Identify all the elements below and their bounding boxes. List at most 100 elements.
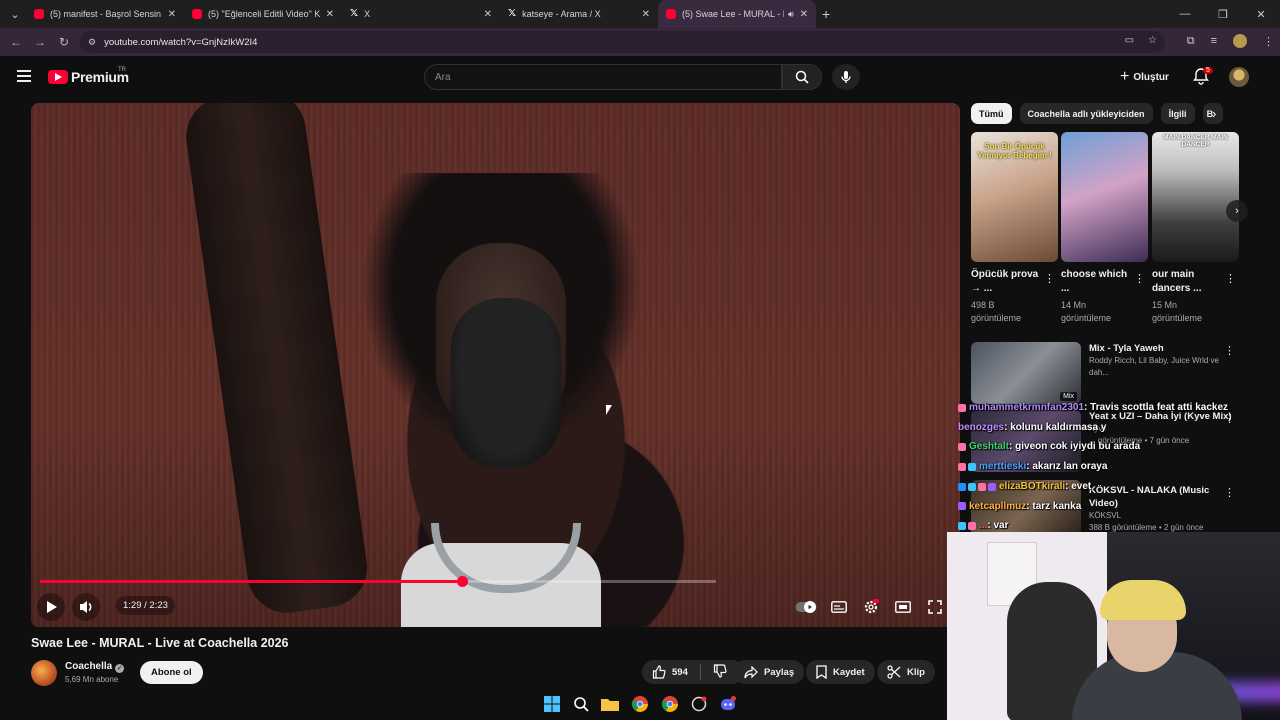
browser-tab[interactable]: 𝕏 X ✕ xyxy=(342,0,500,28)
create-button[interactable]: + Oluştur xyxy=(1120,68,1169,86)
shorts-next-chevron-icon[interactable]: › xyxy=(1226,200,1248,222)
menu-icon[interactable] xyxy=(17,70,31,82)
chip-from-uploader[interactable]: Coachella adlı yükleyiciden xyxy=(1019,103,1153,124)
play-button[interactable] xyxy=(37,593,65,621)
settings-button[interactable] xyxy=(857,593,885,621)
chrome-icon[interactable] xyxy=(630,694,650,714)
autoplay-toggle-icon xyxy=(795,601,817,613)
reload-icon[interactable]: ↻ xyxy=(52,35,76,49)
recommendation-title[interactable]: Mix - Tyla Yaweh xyxy=(1089,342,1234,355)
subscribe-label: Abone ol xyxy=(151,667,192,678)
close-icon[interactable]: ✕ xyxy=(484,9,492,20)
clip-button[interactable]: Klip xyxy=(877,660,935,684)
short-title[interactable]: our main dancers ... xyxy=(1152,268,1220,296)
dislike-button[interactable] xyxy=(713,663,733,681)
taskbar-search-icon[interactable] xyxy=(571,694,591,714)
windows-start-icon[interactable] xyxy=(542,694,562,714)
browser-menu-icon[interactable]: ⋮ xyxy=(1263,35,1274,48)
short-thumbnail[interactable]: MAIN DANCER MAIN DANCER xyxy=(1152,132,1239,262)
youtube-icon xyxy=(192,9,202,19)
browser-tab[interactable]: 𝕏 katseye - Arama / X ✕ xyxy=(500,0,658,28)
mute-button[interactable] xyxy=(72,593,100,621)
search-input[interactable]: Ara xyxy=(424,64,782,90)
bookmark-star-icon[interactable]: ☆ xyxy=(1148,35,1157,46)
reading-list-icon[interactable]: ≡ xyxy=(1211,35,1217,47)
channel-avatar[interactable] xyxy=(31,660,57,686)
short-item[interactable]: Son Bir Öpücük Yetmiyor Bebeğim ! Öpücük… xyxy=(971,132,1058,325)
recommendation-item[interactable]: Mix Mix - Tyla Yaweh Roddy Ricch, Lil Ba… xyxy=(971,342,1251,404)
short-title[interactable]: Öpücük prova → ... xyxy=(971,268,1039,296)
back-icon[interactable]: ← xyxy=(4,35,28,49)
chat-badge-icon xyxy=(958,502,966,511)
browser-profile-avatar[interactable] xyxy=(1233,34,1247,48)
chat-username: merttieski xyxy=(979,461,1027,473)
forward-icon[interactable]: → xyxy=(28,35,52,49)
cast-icon[interactable]: ▭ xyxy=(1125,35,1134,46)
progress-played xyxy=(40,580,462,583)
close-icon[interactable]: ✕ xyxy=(642,9,650,20)
tab-title: X xyxy=(364,9,371,19)
more-options-icon[interactable]: ⋮ xyxy=(1224,344,1235,357)
short-thumbnail[interactable]: Son Bir Öpücük Yetmiyor Bebeğim ! xyxy=(971,132,1058,262)
restore-icon[interactable]: ❐ xyxy=(1204,8,1242,21)
short-item[interactable]: choose which ... 14 Mn görüntüleme ⋮ xyxy=(1061,132,1148,325)
youtube-premium-logo[interactable]: Premium TR xyxy=(48,67,129,85)
short-item[interactable]: MAIN DANCER MAIN DANCER our main dancers… xyxy=(1152,132,1239,325)
account-avatar[interactable] xyxy=(1229,67,1249,87)
chat-message: benozges: kolunu kaldırmasa y xyxy=(958,418,1258,438)
site-info-icon[interactable]: ⚙ xyxy=(88,37,96,48)
tab-title: (5) "Eğlenceli Editli Video" Kick xyxy=(208,9,320,19)
more-options-icon[interactable]: ⋮ xyxy=(1225,272,1236,285)
chat-text: : giveon cok iyiydi bu arada xyxy=(1009,441,1141,453)
new-tab-icon[interactable]: + xyxy=(822,6,830,22)
autoplay-toggle[interactable] xyxy=(792,593,820,621)
theater-mode-button[interactable] xyxy=(889,593,917,621)
more-options-icon[interactable]: ⋮ xyxy=(1044,272,1055,285)
browser-tab[interactable]: (5) manifest - Başrol Sensin | Of ✕ xyxy=(26,0,184,28)
taskbar xyxy=(0,688,947,720)
chip-all[interactable]: Tümü xyxy=(971,103,1012,124)
short-thumbnail[interactable] xyxy=(1061,132,1148,262)
file-explorer-icon[interactable] xyxy=(600,694,620,714)
close-icon[interactable]: ✕ xyxy=(800,9,808,20)
chrome-active-icon[interactable] xyxy=(660,694,680,714)
voice-search-button[interactable] xyxy=(832,64,860,90)
tab-search-chevron-icon[interactable]: ⌄ xyxy=(4,3,26,25)
search-icon xyxy=(795,70,809,84)
speaker-icon[interactable]: 🔊︎ xyxy=(788,9,794,20)
plus-icon: + xyxy=(1120,68,1130,85)
window-close-icon[interactable]: ✕ xyxy=(1242,8,1280,21)
close-icon[interactable]: ✕ xyxy=(168,9,176,20)
channel-name[interactable]: Coachella ✓ xyxy=(65,661,125,673)
video-player[interactable]: 1:29 / 2:23 xyxy=(31,103,960,627)
progress-scrubber[interactable] xyxy=(456,576,468,587)
browser-tab-active[interactable]: (5) Swae Lee - MURAL - Live 🔊︎ ✕ xyxy=(658,0,816,28)
address-bar[interactable]: ⚙ youtube.com/watch?v=GnjNzIkW2I4 ▭ ☆ xyxy=(80,31,1165,53)
share-button[interactable]: Paylaş xyxy=(734,660,805,684)
fullscreen-button[interactable] xyxy=(921,593,949,621)
youtube-logo-icon xyxy=(48,70,68,84)
subscribe-button[interactable]: Abone ol xyxy=(140,661,203,684)
window-controls: — ❐ ✕ xyxy=(1166,0,1280,28)
video-frame xyxy=(31,103,960,627)
chat-message: merttieski: akarız lan oraya xyxy=(958,457,1258,477)
browser-tab[interactable]: (5) "Eğlenceli Editli Video" Kick ✕ xyxy=(184,0,342,28)
chevron-right-icon[interactable]: › xyxy=(1212,106,1216,121)
gear-icon xyxy=(864,599,879,614)
chip-label: İlgili xyxy=(1168,108,1187,119)
youtube-icon xyxy=(666,9,676,19)
discord-icon[interactable] xyxy=(718,694,738,714)
progress-bar[interactable] xyxy=(40,576,716,587)
subtitles-button[interactable] xyxy=(825,593,853,621)
extensions-icon[interactable]: ⧉ xyxy=(1187,35,1195,48)
search-button[interactable] xyxy=(782,64,822,90)
close-icon[interactable]: ✕ xyxy=(326,9,334,20)
save-button[interactable]: Kaydet xyxy=(806,660,875,684)
like-button[interactable]: 594 xyxy=(652,665,688,679)
app-icon[interactable] xyxy=(689,694,709,714)
minimize-icon[interactable]: — xyxy=(1166,8,1204,20)
chip-related[interactable]: İlgili xyxy=(1160,103,1195,124)
short-title[interactable]: choose which ... xyxy=(1061,268,1129,296)
more-options-icon[interactable]: ⋮ xyxy=(1134,272,1145,285)
recommendation-thumbnail[interactable]: Mix xyxy=(971,342,1081,404)
